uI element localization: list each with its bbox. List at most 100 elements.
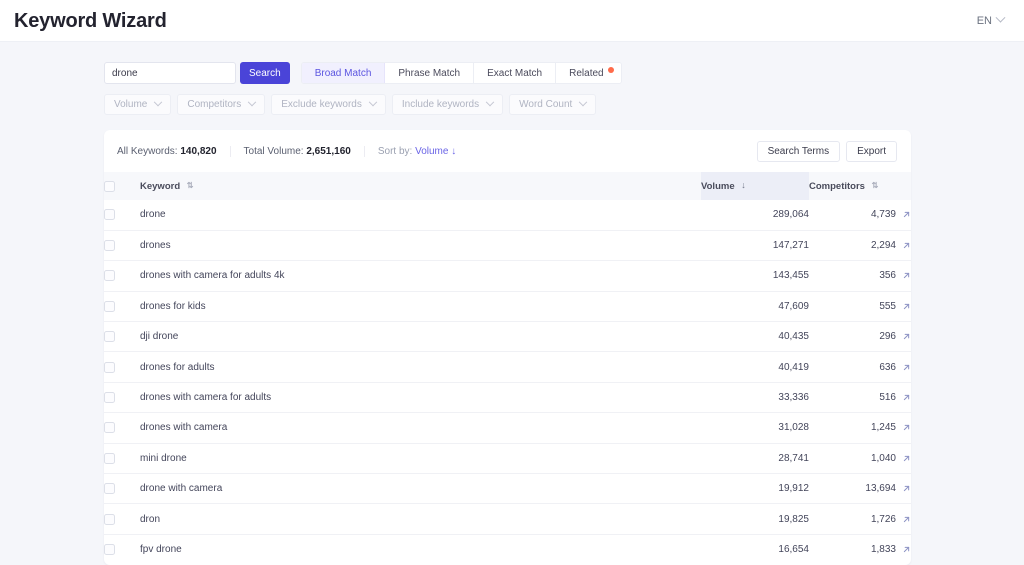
volume-cell: 33,336 [701,382,809,412]
keyword-cell: drones for adults [140,352,701,382]
search-input[interactable] [104,62,236,84]
row-checkbox[interactable] [104,361,115,373]
competitors-value: 1,040 [870,452,896,464]
chevron-down-icon [579,97,588,106]
row-select-cell [104,382,140,412]
table-row[interactable]: drones with camera for adults 4k 143,455 3… [104,260,911,291]
external-link-icon[interactable] [902,423,911,432]
tab-exact-match[interactable]: Exact Match [474,63,557,83]
volume-value: 289,064 [772,209,809,221]
keyword-cell: drones for kids [140,291,701,321]
filter-volume[interactable]: Volume [104,94,172,115]
table-row[interactable]: drones with camera for adults 33,336 516 [104,382,911,412]
external-link-icon[interactable] [902,484,911,493]
competitors-value: 555 [879,300,896,312]
filter-include-keywords-label: Include keywords [401,99,480,110]
row-checkbox[interactable] [104,331,115,343]
results-card: All Keywords: 140,820 Total Volume: 2,65… [104,130,911,565]
export-button[interactable]: Export [846,141,897,162]
keyword-cell: fpv drone [140,534,701,564]
external-link-icon[interactable] [902,271,911,280]
table-row[interactable]: drones for kids 47,609 555 [104,291,911,321]
external-link-icon[interactable] [902,332,911,341]
competitors-cell: 296 [809,322,911,352]
competitors-cell: 356 [809,261,911,291]
tab-broad-match[interactable]: Broad Match [301,63,386,83]
volume-value: 40,419 [778,361,809,373]
row-checkbox[interactable] [104,513,115,525]
search-terms-button[interactable]: Search Terms [756,141,841,162]
row-select-cell [104,322,140,352]
keyword-cell: dron [140,504,701,534]
filter-word-count[interactable]: Word Count [509,94,597,115]
volume-value: 31,028 [778,422,809,434]
keyword-cell: drones with camera [140,413,701,443]
column-header-keyword[interactable]: Keyword ⇅ [140,172,701,200]
row-checkbox[interactable] [104,392,115,404]
row-checkbox[interactable] [104,483,115,495]
tab-phrase-match[interactable]: Phrase Match [385,63,475,83]
competitors-value: 1,833 [870,544,896,556]
filter-row: Volume Competitors Exclude keywords Incl… [104,94,1024,115]
competitors-cell: 1,040 [809,443,911,473]
external-link-icon[interactable] [902,302,911,311]
keyword-cell: drone with camera [140,474,701,504]
competitors-cell: 1,726 [809,504,911,534]
table-row[interactable]: drones 147,271 2,294 [104,230,911,260]
row-checkbox[interactable] [104,240,115,252]
table-row[interactable]: dron 19,825 1,726 [104,503,911,534]
table-row[interactable]: mini drone 28,741 1,040 [104,443,911,473]
competitors-cell: 13,694 [809,474,911,504]
results-card-actions: Search Terms Export [756,141,897,162]
row-select-cell [104,291,140,321]
select-all-header [104,172,140,200]
row-select-cell [104,534,140,564]
row-checkbox[interactable] [104,452,115,464]
external-link-icon[interactable] [902,363,911,372]
search-button[interactable]: Search [240,62,290,84]
column-header-volume[interactable]: Volume ↓ [701,172,809,200]
language-selector[interactable]: EN [973,12,1008,30]
match-type-tabs: Broad Match Phrase Match Exact Match Rel… [300,62,622,84]
sort-by-value[interactable]: Volume ↓ [415,146,456,157]
external-link-icon[interactable] [902,515,911,524]
table-row[interactable]: drone 289,064 4,739 [104,200,911,230]
row-checkbox[interactable] [104,209,115,221]
keyword-cell: drone [140,200,701,230]
filter-exclude-keywords[interactable]: Exclude keywords [271,94,386,115]
table-row[interactable]: dji drone 40,435 296 [104,321,911,352]
keyword-text: drone with camera [140,483,223,495]
row-checkbox[interactable] [104,270,115,282]
keyword-cell: dji drone [140,322,701,352]
volume-value: 19,825 [778,513,809,525]
external-link-icon[interactable] [902,393,911,402]
competitors-cell: 636 [809,352,911,382]
filter-competitors[interactable]: Competitors [177,94,266,115]
keywords-table-body: drone 289,064 4,739 drones 147,271 2,294 drone… [104,200,911,565]
select-all-checkbox[interactable] [104,180,115,192]
chevron-down-icon [995,12,1006,23]
filter-include-keywords[interactable]: Include keywords [391,94,504,115]
column-header-competitors[interactable]: Competitors ⇅ [809,172,911,200]
table-row[interactable]: drone with camera 19,912 13,694 [104,473,911,504]
external-link-icon[interactable] [902,454,911,463]
row-checkbox[interactable] [104,544,115,556]
external-link-icon[interactable] [902,241,911,250]
tab-related[interactable]: Related [556,63,621,83]
external-link-icon[interactable] [902,210,911,219]
external-link-icon[interactable] [902,545,911,554]
volume-cell: 19,825 [701,504,809,534]
competitors-cell: 1,833 [809,534,911,564]
volume-cell: 47,609 [701,291,809,321]
volume-value: 19,912 [778,483,809,495]
sort-by-label: Sort by: [377,146,413,157]
sort-toggle-icon: ⇅ [186,180,194,190]
filter-word-count-label: Word Count [519,99,573,110]
row-checkbox[interactable] [104,300,115,312]
row-checkbox[interactable] [104,422,115,434]
table-row[interactable]: drones with camera 31,028 1,245 [104,412,911,443]
controls-region: Search Broad Match Phrase Match Exact Ma… [0,42,1024,115]
table-row[interactable]: drones for adults 40,419 636 [104,351,911,382]
sort-toggle-icon: ⇅ [871,180,879,190]
table-row[interactable]: fpv drone 16,654 1,833 [104,534,911,564]
